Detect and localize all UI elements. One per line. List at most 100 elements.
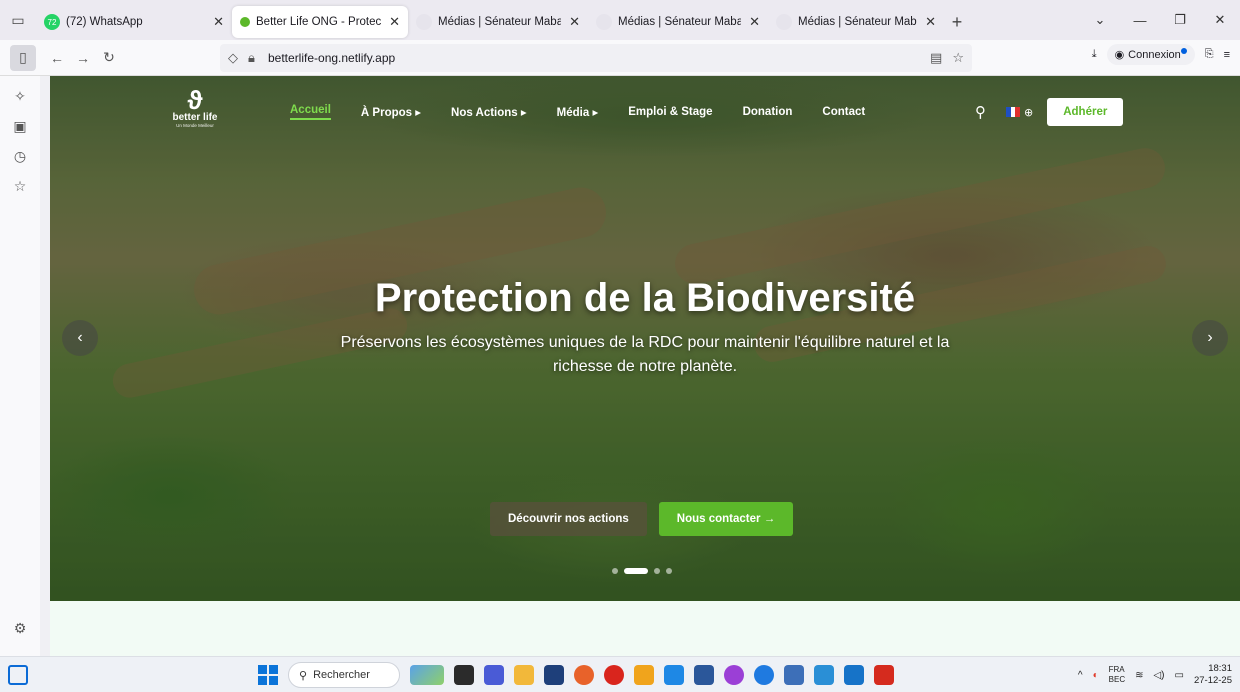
- carousel-prev-button[interactable]: ‹: [62, 320, 98, 356]
- word-icon[interactable]: [694, 665, 714, 685]
- color-app-icon[interactable]: ◐: [1093, 670, 1099, 681]
- menu-icon[interactable]: ≡: [1224, 49, 1230, 61]
- start-menu-icon[interactable]: [258, 665, 278, 685]
- carousel-next-button[interactable]: ›: [1192, 320, 1228, 356]
- wifi-icon[interactable]: ≋: [1135, 670, 1143, 681]
- page-icon: [596, 14, 612, 30]
- app-icon[interactable]: [724, 665, 744, 685]
- minimize-icon[interactable]: —: [1120, 13, 1160, 28]
- ai-chatbot-icon[interactable]: ✧: [6, 82, 34, 110]
- close-icon[interactable]: ✕: [569, 14, 580, 30]
- battery-icon[interactable]: ▭: [1175, 670, 1184, 681]
- hero-subtitle: Préservons les écosystèmes uniques de la…: [340, 334, 950, 375]
- menu-item-emploi-stage[interactable]: Emploi & Stage: [628, 106, 712, 118]
- opera-icon[interactable]: [604, 665, 624, 685]
- taskbar-search[interactable]: ⚲ Rechercher: [288, 662, 400, 688]
- menu-item-a-propos[interactable]: À Propos ▸: [361, 105, 421, 119]
- search-icon[interactable]: ⚲: [975, 103, 986, 121]
- close-icon[interactable]: ✕: [749, 14, 760, 30]
- forward-icon[interactable]: →: [70, 45, 96, 71]
- tab-list-icon[interactable]: ▭: [0, 0, 36, 40]
- main-menu: Accueil À Propos ▸ Nos Actions ▸ Média ▸…: [290, 104, 895, 120]
- french-flag-icon[interactable]: [1006, 107, 1021, 117]
- teams-chat-icon[interactable]: [484, 665, 504, 685]
- close-icon[interactable]: ✕: [213, 14, 224, 30]
- bookmark-star-icon[interactable]: ☆: [952, 50, 964, 66]
- menu-item-media[interactable]: Média ▸: [557, 105, 599, 119]
- tab-title: Médias | Sénateur Mabaya: [438, 16, 562, 28]
- url-text[interactable]: betterlife-ong.netlify.app: [268, 51, 395, 65]
- lang-code: FRA: [1108, 665, 1125, 674]
- edge-icon[interactable]: [754, 665, 774, 685]
- calculator-icon[interactable]: [784, 665, 804, 685]
- logo-mark: ϑ: [187, 85, 203, 115]
- sidebar-toggle-icon[interactable]: ▯: [10, 44, 36, 71]
- carousel-dot[interactable]: [666, 568, 672, 574]
- carousel-dot[interactable]: [654, 568, 660, 574]
- search-icon: ⚲: [299, 669, 308, 682]
- settings-icon[interactable]: ⚙: [6, 614, 34, 642]
- file-explorer-icon[interactable]: [514, 665, 534, 685]
- nav-bar: ▯ ← → ↻ ◇ 🔒︎ betterlife-ong.netlify.app …: [0, 40, 1240, 76]
- new-tab-icon[interactable]: +: [944, 6, 970, 38]
- menu-item-accueil[interactable]: Accueil: [290, 104, 331, 120]
- contact-us-button[interactable]: Nous contacter →: [658, 502, 794, 536]
- tab-strip: ▭ 72 (72) WhatsApp ✕ Better Life ONG - P…: [0, 0, 1240, 40]
- back-icon[interactable]: ←: [44, 45, 70, 71]
- store-icon[interactable]: [544, 665, 564, 685]
- shield-icon[interactable]: ◇: [228, 50, 248, 66]
- extensions-icon[interactable]: ⎘: [1205, 48, 1214, 61]
- clock-time: 18:31: [1208, 663, 1232, 674]
- tab-title: Médias | Sénateur Mabaya: [618, 16, 742, 28]
- carousel-dot[interactable]: [612, 568, 618, 574]
- firefox-icon[interactable]: [574, 665, 594, 685]
- tab-title: Médias | Sénateur Mabaya: [798, 16, 917, 28]
- menu-item-contact[interactable]: Contact: [822, 106, 865, 118]
- notification-dot: [1180, 47, 1187, 54]
- download-icon[interactable]: ⤓: [1092, 48, 1097, 61]
- close-icon[interactable]: ✕: [925, 14, 936, 30]
- chevron-down-icon[interactable]: ⌄: [1080, 12, 1120, 28]
- menu-item-nos-actions[interactable]: Nos Actions ▸: [451, 105, 527, 119]
- taskbar-search-placeholder: Rechercher: [313, 669, 370, 681]
- site-logo[interactable]: ϑ better life Un Monde Meilleur: [160, 85, 230, 134]
- globe-icon[interactable]: ⊕: [1024, 106, 1033, 119]
- account-label: Connexion: [1128, 48, 1181, 61]
- synced-tabs-icon[interactable]: ▣: [6, 112, 34, 140]
- volume-icon[interactable]: ◁): [1153, 670, 1164, 681]
- discover-actions-button[interactable]: Découvrir nos actions: [490, 502, 647, 536]
- app-icon[interactable]: [844, 665, 864, 685]
- widgets-icon[interactable]: [8, 665, 28, 685]
- hero-carousel: ϑ better life Un Monde Meilleur Accueil …: [50, 76, 1240, 601]
- hero-text: Protection de la Biodiversité Préservons…: [50, 276, 1240, 379]
- close-icon[interactable]: ✕: [389, 14, 400, 30]
- clock[interactable]: 18:31 27-12-25: [1194, 663, 1232, 687]
- reader-view-icon[interactable]: ▤: [930, 50, 942, 66]
- lock-icon[interactable]: 🔒︎: [248, 50, 268, 66]
- account-button[interactable]: ◉ Connexion: [1106, 44, 1195, 65]
- menu-item-donation[interactable]: Donation: [743, 106, 793, 118]
- vscode-icon[interactable]: [664, 665, 684, 685]
- weather-widget-icon[interactable]: [410, 665, 444, 685]
- reload-icon[interactable]: ↻: [96, 45, 122, 71]
- language-indicator[interactable]: FRA BEC: [1109, 665, 1125, 685]
- url-bar[interactable]: ◇ 🔒︎ betterlife-ong.netlify.app ▤ ☆: [220, 44, 972, 72]
- tab-medias-1[interactable]: Médias | Sénateur Mabaya ✕: [408, 6, 588, 38]
- acrobat-icon[interactable]: [874, 665, 894, 685]
- adherer-button[interactable]: Adhérer: [1047, 98, 1124, 126]
- tab-betterlife[interactable]: Better Life ONG - Protection de ✕: [232, 6, 408, 38]
- app-icon[interactable]: [634, 665, 654, 685]
- chevron-up-icon[interactable]: ^: [1078, 670, 1083, 681]
- photos-icon[interactable]: [814, 665, 834, 685]
- tab-whatsapp[interactable]: 72 (72) WhatsApp ✕: [36, 6, 232, 38]
- history-icon[interactable]: ◷: [6, 142, 34, 170]
- carousel-dot[interactable]: [624, 568, 648, 574]
- task-view-icon[interactable]: [454, 665, 474, 685]
- restore-icon[interactable]: ❐: [1160, 12, 1200, 28]
- tab-medias-3[interactable]: Médias | Sénateur Mabaya ✕: [768, 6, 944, 38]
- bookmarks-icon[interactable]: ☆: [6, 172, 34, 200]
- close-window-icon[interactable]: ✕: [1200, 12, 1240, 28]
- system-tray: ^ ◐ FRA BEC ≋ ◁) ▭ 18:31 27-12-25: [1078, 661, 1232, 689]
- tab-medias-2[interactable]: Médias | Sénateur Mabaya ✕: [588, 6, 768, 38]
- hero-cta-row: Découvrir nos actions Nous contacter →: [490, 502, 794, 536]
